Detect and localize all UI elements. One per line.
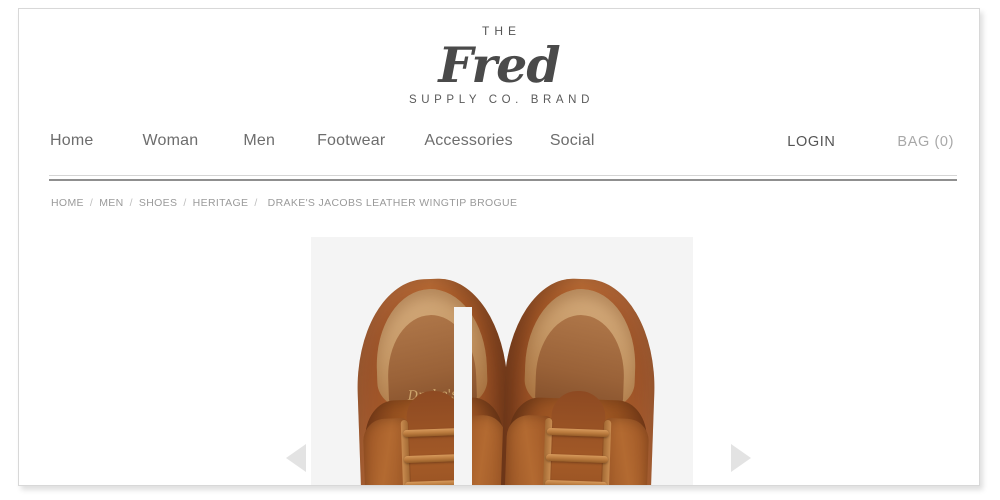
logo-wordmark: Fred bbox=[438, 36, 560, 94]
main-navigation: Home Woman Men Footwear Accessories Soci… bbox=[50, 132, 954, 166]
shoe-right-illustration bbox=[497, 276, 659, 485]
breadcrumb-item-men[interactable]: MEN bbox=[99, 197, 123, 209]
nav-item-home[interactable]: Home bbox=[50, 132, 93, 150]
breadcrumb-item-heritage[interactable]: HERITAGE bbox=[193, 197, 249, 209]
bag-link[interactable]: BAG (0) bbox=[897, 134, 954, 150]
shoe-tongue bbox=[546, 390, 607, 485]
product-image[interactable]: Drake's bbox=[311, 237, 693, 485]
breadcrumb-current-product: DRAKE'S JACOBS LEATHER WINGTIP BROGUE bbox=[267, 197, 518, 209]
nav-divider bbox=[49, 175, 957, 181]
triangle-left-icon[interactable] bbox=[286, 444, 306, 472]
nav-item-social[interactable]: Social bbox=[550, 132, 595, 150]
logo-tagline: SUPPLY CO. BRAND bbox=[408, 94, 594, 106]
nav-links: Home Woman Men Footwear Accessories Soci… bbox=[50, 132, 595, 150]
divider-rule-top bbox=[49, 175, 957, 176]
shoe-left-illustration: Drake's bbox=[353, 276, 515, 485]
product-gallery: Drake's bbox=[19, 229, 979, 485]
nav-item-men[interactable]: Men bbox=[243, 132, 275, 150]
breadcrumb-separator: / bbox=[89, 197, 94, 209]
nav-item-footwear[interactable]: Footwear bbox=[317, 132, 385, 150]
login-link[interactable]: LOGIN bbox=[787, 134, 835, 150]
breadcrumb-item-home[interactable]: HOME bbox=[51, 197, 84, 209]
shoe-separation-gap bbox=[454, 307, 472, 485]
breadcrumb: HOME / MEN / SHOES / HERITAGE / DRAKE'S … bbox=[51, 197, 517, 209]
divider-rule-bottom bbox=[49, 179, 957, 181]
nav-account-actions: LOGIN BAG (0) bbox=[787, 134, 954, 150]
site-logo[interactable]: THE Fred SUPPLY CO. BRAND bbox=[19, 23, 979, 108]
breadcrumb-separator: / bbox=[254, 197, 258, 209]
breadcrumb-separator: / bbox=[183, 197, 187, 209]
breadcrumb-item-shoes[interactable]: SHOES bbox=[139, 197, 178, 209]
nav-item-woman[interactable]: Woman bbox=[142, 132, 198, 150]
nav-item-accessories[interactable]: Accessories bbox=[424, 132, 512, 150]
breadcrumb-separator: / bbox=[129, 197, 133, 209]
triangle-right-icon[interactable] bbox=[731, 444, 751, 472]
page-frame: THE Fred SUPPLY CO. BRAND Home Woman Men… bbox=[18, 8, 980, 486]
shoe-lace bbox=[544, 479, 608, 485]
browser-viewport: THE Fred SUPPLY CO. BRAND Home Woman Men… bbox=[0, 0, 1000, 500]
